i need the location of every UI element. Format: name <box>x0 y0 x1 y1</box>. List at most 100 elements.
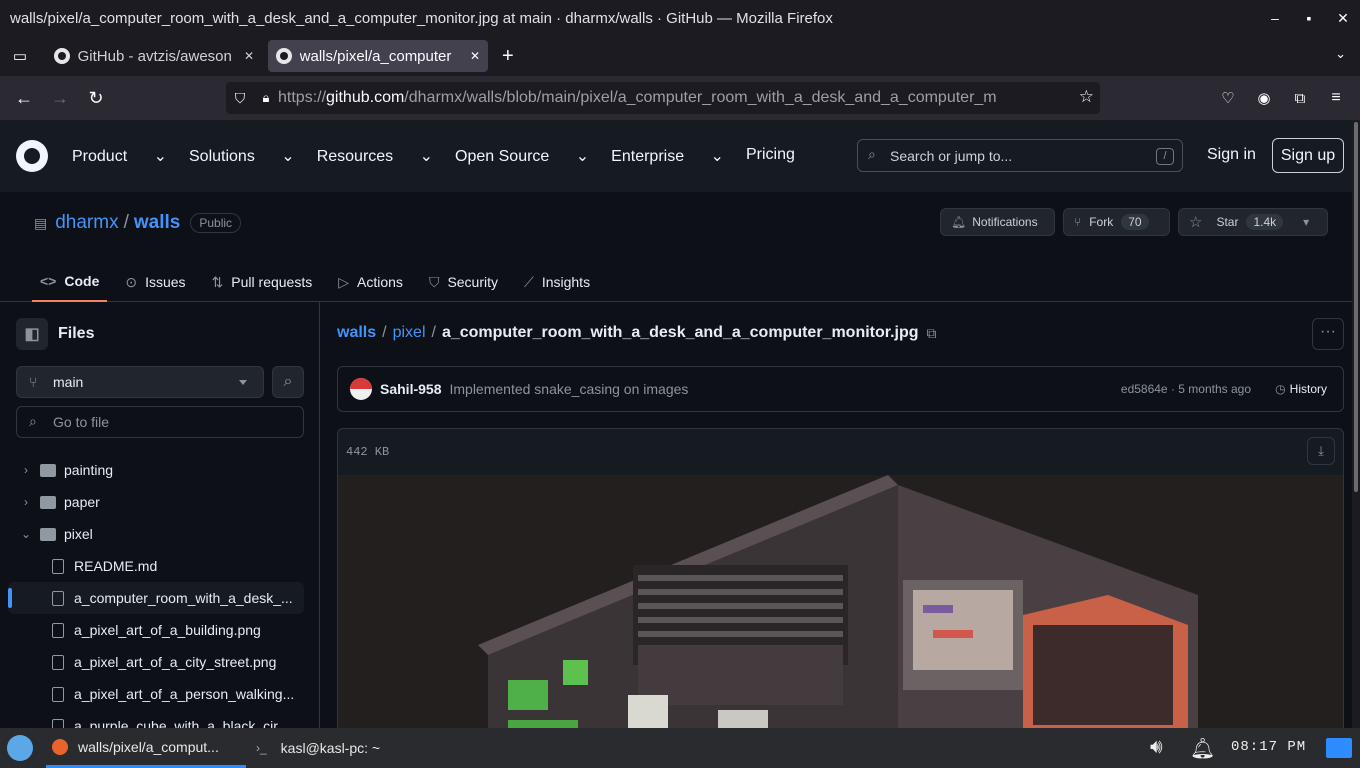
tree-folder-pixel[interactable]: ⌄ pixel <box>8 518 304 550</box>
folder-icon <box>40 463 56 477</box>
tab-issues[interactable]: ⊙ Issues <box>117 262 193 302</box>
repo-icon: ▤ <box>34 214 48 231</box>
sign-in-link[interactable]: Sign in <box>1207 146 1256 164</box>
tree-file-building[interactable]: a_pixel_art_of_a_building.png <box>8 614 304 646</box>
forward-icon[interactable]: → <box>42 88 78 109</box>
pocket-icon[interactable]: ♡ <box>1210 89 1246 107</box>
browser-tab-1[interactable]: GitHub - avtzis/aweson ✕ <box>46 40 262 72</box>
browser-tabbar: ▭ GitHub - avtzis/aweson ✕ walls/pixel/a… <box>0 36 1360 76</box>
file-preview: 442 KB ⤓ <box>337 428 1344 738</box>
tree-file-purple-cube[interactable]: a_purple_cube_with_a_black_cir... <box>8 710 304 728</box>
url-bar[interactable]: ⛉ 🔒︎ https://github.com/dharmx/walls/blo… <box>226 82 1100 114</box>
breadcrumb-file-name: a_computer_room_with_a_desk_and_a_comput… <box>441 324 919 341</box>
scrollbar-thumb[interactable] <box>1354 122 1358 492</box>
go-to-file-input[interactable]: ⌕ Go to file <box>16 406 304 438</box>
tree-folder-paper[interactable]: › paper <box>8 486 304 518</box>
nav-resources[interactable]: Resources ⌄ <box>317 146 433 166</box>
page-scrollbar[interactable] <box>1352 120 1360 728</box>
branch-selector[interactable]: ⑂ main <box>16 366 264 398</box>
lock-icon[interactable]: 🔒︎ <box>254 90 278 106</box>
file-view: walls / pixel / a_computer_room_with_a_d… <box>337 302 1344 738</box>
actions-icon: ▷ <box>338 273 350 290</box>
repo-owner-link[interactable]: dharmx <box>55 212 118 234</box>
copy-path-icon[interactable]: ⧉ <box>927 325 937 342</box>
show-desktop-icon[interactable] <box>1326 738 1352 758</box>
tab-pull-requests[interactable]: ⇅ Pull requests <box>204 262 321 302</box>
taskbar-terminal[interactable]: ›_ kasl@kasl-pc: ~ <box>250 728 386 768</box>
file-icon <box>52 622 64 638</box>
sign-up-button[interactable]: Sign up <box>1272 138 1344 173</box>
notifications-button[interactable]: 🔔︎ Notifications <box>940 208 1055 236</box>
minimize-icon[interactable]: – <box>1258 10 1292 26</box>
nav-enterprise[interactable]: Enterprise ⌄ <box>611 146 724 166</box>
tree-folder-painting[interactable]: › painting <box>8 454 304 486</box>
image-preview <box>338 475 1343 737</box>
browser-tab-2[interactable]: walls/pixel/a_computer ✕ <box>268 40 488 72</box>
account-icon[interactable]: ◉ <box>1246 89 1282 107</box>
tree-file-city-street[interactable]: a_pixel_art_of_a_city_street.png <box>8 646 304 678</box>
star-dropdown-icon[interactable]: ▾ <box>1303 215 1309 229</box>
tab-insights[interactable]: ⟋ Insights <box>516 262 598 302</box>
new-tab-icon[interactable]: + <box>502 45 514 68</box>
repo-name-link[interactable]: walls <box>134 212 180 234</box>
collapse-panel-icon[interactable]: ◧ <box>16 318 48 350</box>
file-icon <box>52 654 64 670</box>
clock[interactable]: 08:17 PM <box>1231 739 1306 755</box>
back-icon[interactable]: ← <box>6 88 42 109</box>
breadcrumb-root-link[interactable]: walls <box>337 324 376 342</box>
commit-hash-time[interactable]: ed5864e · 5 months ago <box>1121 382 1251 396</box>
tree-file-current[interactable]: a_computer_room_with_a_desk_... <box>8 582 304 614</box>
reload-icon[interactable]: ↻ <box>78 88 114 109</box>
file-tree-sidebar: ◧ Files ⑂ main ⌕ ⌕ Go to file › painting … <box>0 302 320 728</box>
shield-icon[interactable]: ⛉ <box>226 90 254 107</box>
window-titlebar: walls/pixel/a_computer_room_with_a_desk_… <box>0 0 1360 36</box>
tab-close-icon[interactable]: ✕ <box>470 49 480 63</box>
terminal-icon: ›_ <box>256 741 267 755</box>
sidebar-title: Files <box>58 325 95 342</box>
latest-commit-bar: Sahil-958 Implemented snake_casing on im… <box>337 366 1344 412</box>
file-size: 442 KB <box>346 445 390 459</box>
history-link[interactable]: ◷ History <box>1275 382 1327 396</box>
tree-file-person-walking[interactable]: a_pixel_art_of_a_person_walking... <box>8 678 304 710</box>
more-options-button[interactable]: ··· <box>1312 318 1344 350</box>
nav-open-source[interactable]: Open Source ⌄ <box>455 146 589 166</box>
tab-code[interactable]: <> Code <box>32 262 108 302</box>
file-icon <box>52 686 64 702</box>
list-tabs-icon[interactable]: ⌄ <box>1335 46 1346 62</box>
folder-icon <box>40 495 56 509</box>
commit-author-link[interactable]: Sahil-958 <box>380 381 441 397</box>
star-button[interactable]: ☆ Star 1.4k ▾ <box>1178 208 1328 236</box>
chevron-right-icon: › <box>24 495 28 509</box>
notification-bell-icon[interactable]: 🔔︎ <box>1190 736 1215 761</box>
volume-icon[interactable]: 🔊︎ <box>1150 736 1163 759</box>
url-path: /dharmx/walls/blob/main/pixel/a_computer… <box>404 89 997 106</box>
sidebar-header: ◧ Files <box>16 318 94 350</box>
menu-icon[interactable]: ≡ <box>1318 89 1354 107</box>
breadcrumb-folder-link[interactable]: pixel <box>393 324 426 342</box>
maximize-icon[interactable]: ▪ <box>1292 10 1326 26</box>
close-icon[interactable]: ✕ <box>1326 10 1360 27</box>
tree-file-readme[interactable]: README.md <box>8 550 304 582</box>
tab-actions[interactable]: ▷ Actions <box>330 262 411 302</box>
search-input[interactable]: ⌕ Search or jump to... / <box>857 139 1183 172</box>
download-icon[interactable]: ⤓ <box>1307 437 1335 465</box>
commit-message-link[interactable]: Implemented snake_casing on images <box>449 381 688 397</box>
github-header: Product ⌄ Solutions ⌄ Resources ⌄ Open S… <box>0 120 1352 192</box>
taskbar-firefox[interactable]: walls/pixel/a_comput... <box>46 728 246 768</box>
extensions-icon[interactable]: ⧉ <box>1282 90 1318 107</box>
github-favicon-icon <box>54 48 70 64</box>
tab-overview-icon[interactable]: ▭ <box>0 47 40 65</box>
search-placeholder: Search or jump to... <box>890 147 1013 164</box>
tab-security[interactable]: ⛉ Security <box>421 262 506 302</box>
github-logo-icon[interactable] <box>16 140 48 172</box>
nav-product[interactable]: Product ⌄ <box>72 146 167 166</box>
nav-pricing[interactable]: Pricing <box>746 146 795 166</box>
folder-open-icon <box>40 527 56 541</box>
bookmark-star-icon[interactable]: ☆ <box>1078 87 1094 107</box>
app-launcher-icon[interactable] <box>0 728 40 768</box>
avatar[interactable] <box>350 378 372 400</box>
search-button[interactable]: ⌕ <box>272 366 304 398</box>
fork-button[interactable]: ⑂ Fork 70 <box>1063 208 1170 236</box>
nav-solutions[interactable]: Solutions ⌄ <box>189 146 295 166</box>
tab-close-icon[interactable]: ✕ <box>244 49 254 63</box>
